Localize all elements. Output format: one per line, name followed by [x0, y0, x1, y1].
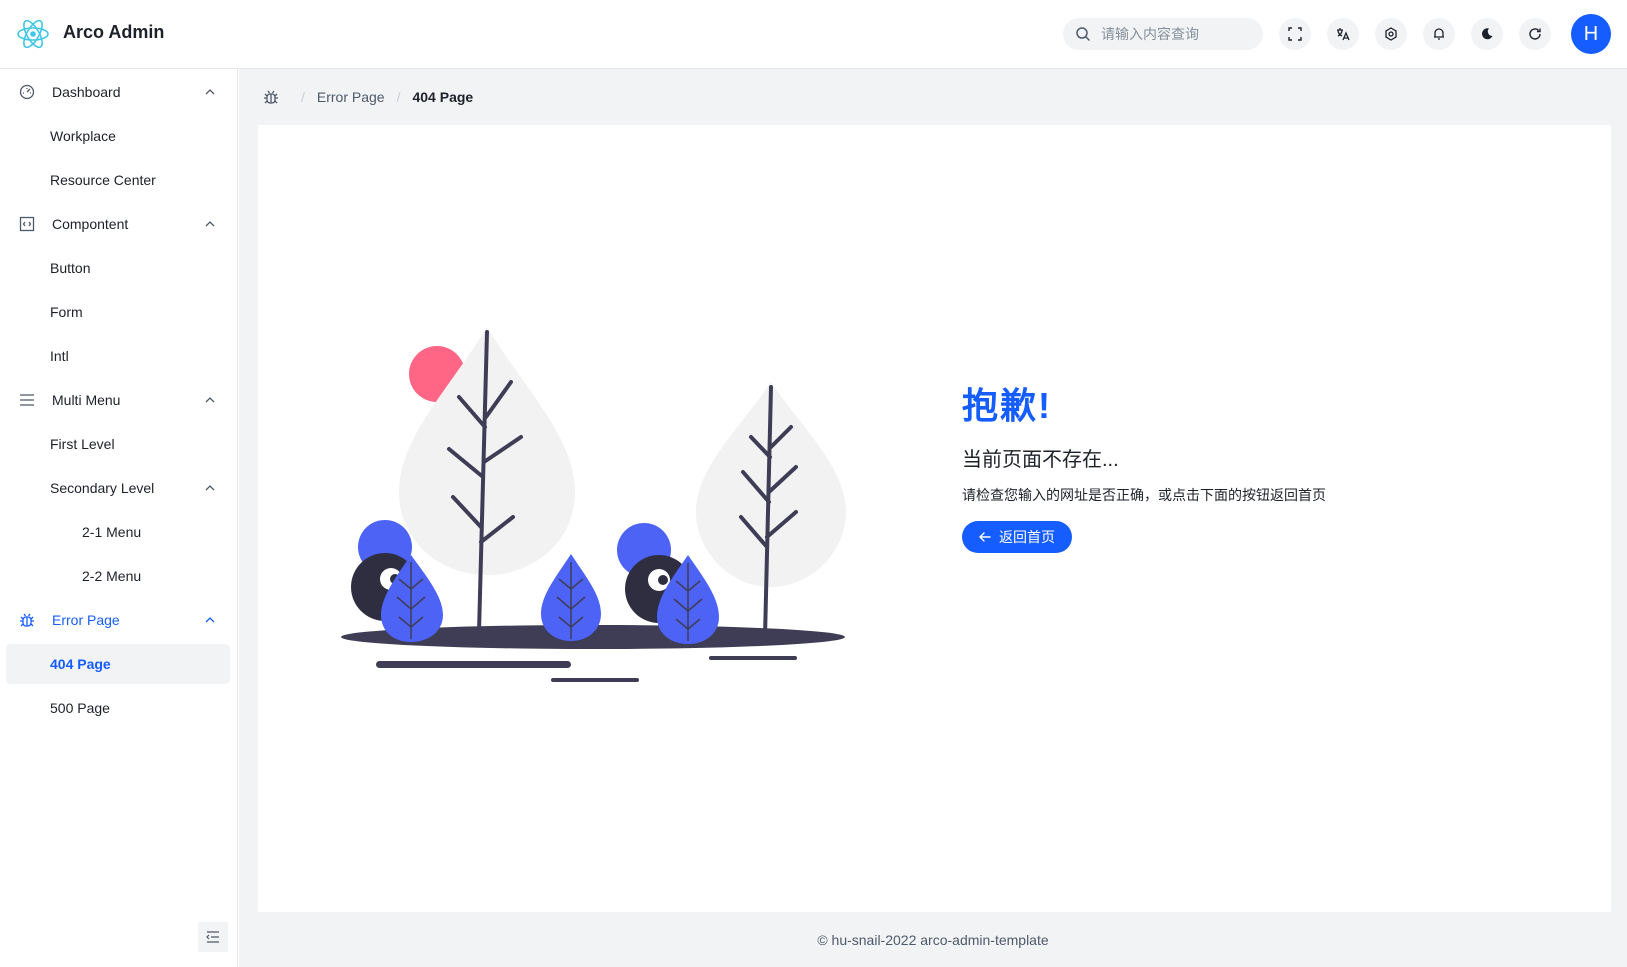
sidebar-item-404-page[interactable]: 404 Page — [6, 644, 230, 684]
refresh-icon — [1529, 28, 1541, 40]
sidebar-collapse-button[interactable] — [198, 922, 228, 952]
fullscreen-icon — [1288, 27, 1302, 41]
dashboard-icon — [19, 84, 35, 100]
sidebar-item-form[interactable]: Form — [6, 292, 230, 332]
search-box[interactable] — [1063, 18, 1263, 50]
arrow-left-icon — [979, 532, 991, 542]
sidebar-item-secondary-level[interactable]: Secondary Level — [6, 468, 230, 508]
app-title: Arco Admin — [63, 22, 165, 42]
sidebar-item-label: Dashboard — [52, 84, 121, 100]
language-button[interactable] — [1327, 18, 1359, 50]
sidebar-item-label: Button — [50, 260, 91, 276]
chevron-up-icon — [205, 221, 215, 227]
search-icon — [1076, 27, 1090, 41]
top-header: Arco Admin 请输入内容查询 H — [0, 0, 1627, 69]
error-card: 抱歉! 当前页面不存在... 请检查您输入的网址是否正确，或点击下面的按钮返回首… — [258, 125, 1611, 912]
main-content: / Error Page / 404 Page 抱歉! 当前页面不存在... 请… — [239, 69, 1627, 967]
error-description: 请检查您输入的网址是否正确，或点击下面的按钮返回首页 — [962, 487, 1326, 503]
chevron-up-icon — [205, 397, 215, 403]
back-home-button[interactable]: 返回首页 — [962, 521, 1072, 553]
fullscreen-button[interactable] — [1279, 18, 1311, 50]
sidebar-item-multi-menu[interactable]: Multi Menu — [6, 380, 230, 420]
bug-icon — [20, 613, 34, 627]
breadcrumb: / Error Page / 404 Page — [263, 85, 473, 109]
refresh-button[interactable] — [1519, 18, 1551, 50]
sidebar-item-intl[interactable]: Intl — [6, 336, 230, 376]
sidebar: Dashboard Workplace Resource Center Comp… — [0, 69, 238, 967]
sidebar-item-label: Secondary Level — [50, 480, 155, 496]
menu-fold-icon — [206, 931, 219, 943]
sidebar-item-label: Workplace — [50, 128, 116, 144]
moon-icon — [1481, 28, 1493, 40]
chevron-up-icon — [205, 485, 215, 491]
breadcrumb-item[interactable]: Error Page — [317, 89, 385, 105]
sidebar-item-2-1-menu[interactable]: 2-1 Menu — [6, 512, 230, 552]
breadcrumb-current: 404 Page — [412, 89, 474, 105]
sidebar-item-first-level[interactable]: First Level — [6, 424, 230, 464]
sidebar-item-workplace[interactable]: Workplace — [6, 116, 230, 156]
sidebar-item-label: Multi Menu — [52, 392, 121, 408]
react-logo-icon — [17, 19, 49, 49]
sidebar-item-label: Resource Center — [50, 172, 156, 188]
sidebar-item-compontent[interactable]: Compontent — [6, 204, 230, 244]
menu-icon — [20, 394, 34, 406]
breadcrumb-separator: / — [396, 89, 401, 105]
sidebar-item-resource-center[interactable]: Resource Center — [6, 160, 230, 200]
error-title: 抱歉! — [962, 385, 1052, 426]
error-subtitle: 当前页面不存在... — [962, 449, 1119, 471]
not-found-illustration — [341, 327, 846, 682]
sidebar-item-label: 404 Page — [50, 656, 111, 672]
footer-copyright: © hu-snail-2022 arco-admin-template — [817, 932, 1049, 948]
sidebar-item-label: 2-1 Menu — [82, 524, 142, 540]
sidebar-item-error-page[interactable]: Error Page — [6, 600, 230, 640]
sidebar-item-dashboard[interactable]: Dashboard — [6, 72, 230, 112]
bell-icon — [1434, 28, 1444, 40]
search-input[interactable] — [1101, 18, 1251, 50]
chevron-up-icon — [205, 89, 215, 95]
sidebar-item-label: Form — [50, 304, 83, 320]
sidebar-item-label: Error Page — [52, 612, 120, 628]
code-block-icon — [19, 216, 35, 232]
sidebar-item-label: First Level — [50, 436, 115, 452]
settings-button[interactable] — [1375, 18, 1407, 50]
user-avatar[interactable]: H — [1571, 14, 1611, 54]
sidebar-item-label: 500 Page — [50, 700, 110, 716]
translate-icon — [1337, 28, 1350, 41]
back-home-label: 返回首页 — [999, 529, 1055, 545]
sidebar-item-label: Intl — [50, 348, 69, 364]
sidebar-item-button[interactable]: Button — [6, 248, 230, 288]
sidebar-item-2-2-menu[interactable]: 2-2 Menu — [6, 556, 230, 596]
sidebar-item-500-page[interactable]: 500 Page — [6, 688, 230, 728]
sidebar-item-label: Compontent — [52, 216, 129, 232]
sidebar-item-label: 2-2 Menu — [82, 568, 142, 584]
chevron-up-icon — [205, 617, 215, 623]
bug-icon — [264, 90, 278, 104]
notifications-button[interactable] — [1423, 18, 1455, 50]
settings-icon — [1385, 27, 1397, 41]
theme-toggle-button[interactable] — [1471, 18, 1503, 50]
breadcrumb-separator: / — [301, 89, 305, 105]
